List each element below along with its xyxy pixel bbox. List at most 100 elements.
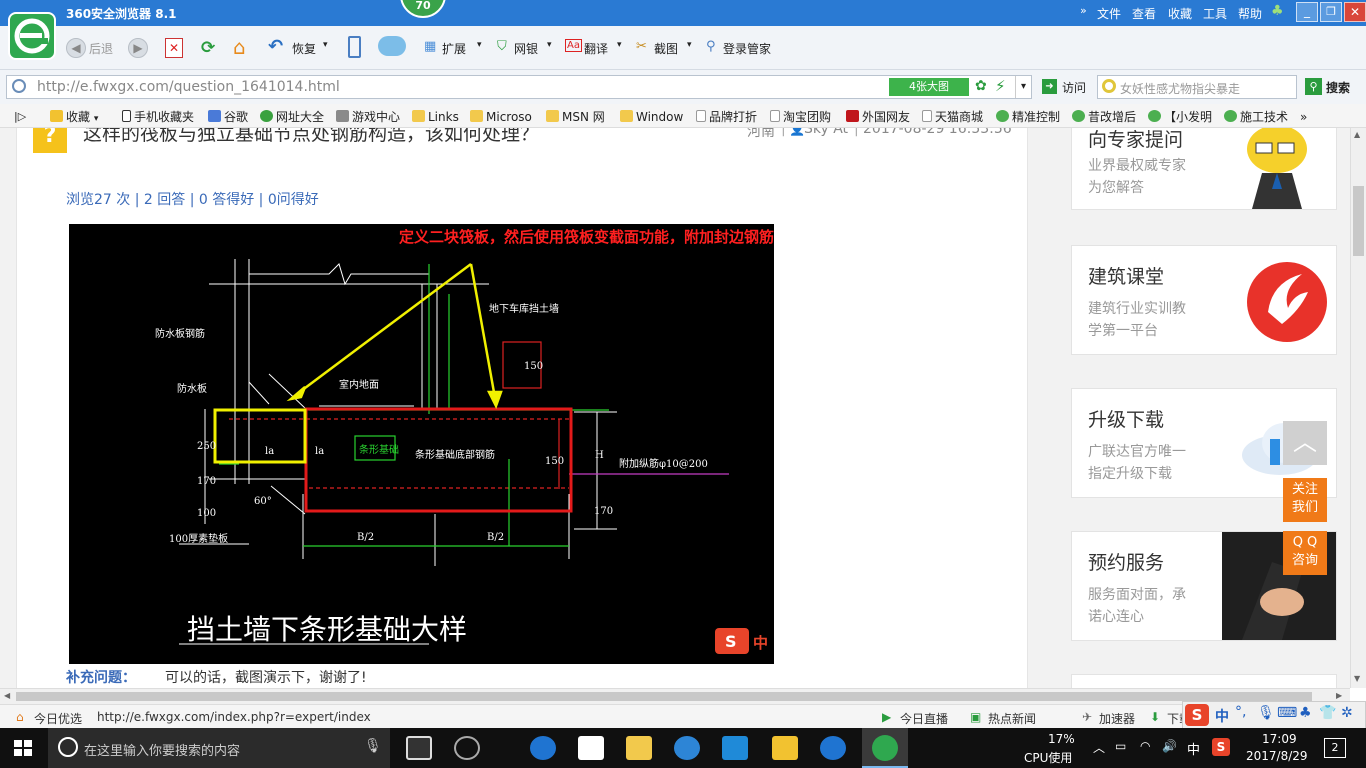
hot-news[interactable]: 热点新闻 [988, 710, 1036, 727]
restore-tab-button[interactable]: 恢复 [292, 40, 316, 57]
scroll-up-icon[interactable]: ▲ [1354, 130, 1360, 139]
translate-dropdown-icon[interactable]: ▾ [617, 40, 622, 50]
close-button[interactable]: ✕ [1344, 2, 1366, 22]
fav-item[interactable]: MSN 网 [546, 108, 605, 126]
notes-icon[interactable] [772, 736, 798, 760]
fav-item[interactable]: 天猫商城 [922, 108, 983, 126]
clock-date[interactable]: 2017/8/29 [1246, 749, 1308, 763]
forward-arrow-icon[interactable]: ▶ [128, 38, 148, 58]
task-view-icon[interactable] [406, 736, 432, 760]
fav-item[interactable]: 精准控制 [996, 108, 1060, 126]
url-text[interactable]: http://e.fwxgx.com/question_1641014.html [37, 79, 340, 95]
address-dropdown-icon[interactable]: ▾ [1015, 76, 1031, 98]
menu-file[interactable]: 文件 [1097, 5, 1121, 22]
volume-icon[interactable]: 🔊 [1162, 739, 1177, 753]
phone-icon[interactable] [348, 36, 361, 58]
accelerator-icon[interactable]: ✈ [1082, 710, 1092, 724]
refresh-icon[interactable]: ⟳ [201, 38, 219, 58]
menu-tools[interactable]: 工具 [1203, 5, 1227, 22]
key-icon[interactable]: ⚲ [706, 39, 716, 54]
fav-item[interactable]: 手机收藏夹 [122, 108, 194, 126]
hscroll-thumb[interactable] [16, 692, 1312, 701]
visit-button[interactable]: 访问 [1062, 79, 1086, 96]
fav-item[interactable]: 游戏中心 [336, 108, 400, 126]
restore-dropdown-icon[interactable]: ▾ [323, 40, 328, 50]
app-icon-3[interactable] [820, 736, 846, 760]
translate-icon[interactable]: Aa [565, 39, 582, 52]
search-box[interactable]: 女妖性感尤物指尖暴走 [1097, 75, 1297, 99]
login-manager-button[interactable]: 登录管家 [723, 40, 771, 57]
notification-center-icon[interactable]: 2 [1324, 738, 1346, 758]
sogou-browser-icon[interactable] [454, 736, 480, 760]
microphone-icon[interactable]: 🎙 [364, 738, 382, 754]
tools-icon[interactable]: ✲ [1341, 705, 1353, 721]
punctuation-icon[interactable]: °, [1235, 704, 1246, 720]
screenshot-dropdown-icon[interactable]: ▾ [687, 40, 692, 50]
scroll-right-icon[interactable]: ▶ [1336, 691, 1342, 700]
fav-item[interactable]: 昔改增后 [1072, 108, 1136, 126]
back-button-label[interactable]: 后退 [89, 40, 113, 57]
sync-icon[interactable]: ✿ [975, 78, 987, 94]
sidebar-toggle-icon[interactable]: |▷ [14, 108, 26, 126]
shirt-icon[interactable]: 👕 [1319, 705, 1336, 721]
tray-ime[interactable]: 中 [1187, 739, 1200, 758]
download-icon[interactable]: ⬇ [1150, 710, 1160, 724]
windows-start-icon[interactable] [14, 740, 32, 756]
clock-time[interactable]: 17:09 [1262, 732, 1297, 746]
search-icon[interactable]: ⚲ [1305, 78, 1322, 95]
home-icon[interactable]: ⌂ [233, 35, 246, 59]
shield-icon[interactable]: ⛉ [497, 39, 507, 54]
accelerator[interactable]: 加速器 [1099, 710, 1135, 727]
go-arrow-icon[interactable]: ➜ [1042, 79, 1057, 94]
scroll-thumb[interactable] [1353, 186, 1364, 256]
speed-badge[interactable]: 70 [400, 0, 446, 18]
bank-button[interactable]: 网银 [514, 40, 538, 57]
restore-button[interactable]: ❐ [1320, 2, 1342, 22]
live-play-icon[interactable]: ▶ [882, 710, 891, 724]
fav-item[interactable]: 网址大全 [260, 108, 324, 126]
extensions-dropdown-icon[interactable]: ▾ [477, 40, 482, 50]
sidebar-card-class[interactable]: 建筑课堂 建筑行业实训教 学第一平台 [1071, 245, 1337, 355]
app-icon-2[interactable] [722, 736, 748, 760]
question-stats[interactable]: 浏览27 次 | 2 回答 | 0 答得好 | 0问得好 [66, 189, 319, 209]
sogou-icon[interactable]: S [1185, 704, 1209, 726]
fav-item[interactable]: 谷歌 [208, 108, 248, 126]
fav-item[interactable]: 外国网友 [846, 108, 910, 126]
lightning-icon[interactable]: ⚡ [995, 77, 1006, 95]
horizontal-scrollbar[interactable]: ◀ ▶ [0, 688, 1350, 704]
qq-consult-button[interactable]: Q Q 咨询 [1283, 531, 1327, 575]
browser-task-button[interactable] [862, 728, 908, 768]
chevron-left-icon[interactable]: » [1080, 4, 1087, 17]
mic-icon[interactable]: 🎙 [1257, 705, 1275, 721]
ime-toolbar[interactable]: S 中 °, 🎙 ⌨ ♣ 👕 ✲ [1182, 701, 1366, 729]
gift-icon[interactable]: ⌂ [16, 710, 24, 724]
minimize-button[interactable]: _ [1296, 2, 1318, 22]
tray-chevron-icon[interactable]: ︿ [1093, 739, 1105, 756]
network-icon[interactable]: ▭ [1115, 739, 1126, 753]
fav-item[interactable]: 【小发明 [1148, 108, 1212, 126]
screenshot-button[interactable]: 截图 [654, 40, 678, 57]
news-icon[interactable]: ▣ [970, 710, 981, 724]
today-picks[interactable]: 今日优选 [34, 710, 82, 727]
fav-item[interactable]: Links [412, 108, 459, 126]
skin-icon[interactable]: ♣ [1299, 705, 1312, 721]
vertical-scrollbar[interactable]: ▲ ▼ [1350, 128, 1366, 688]
address-bar[interactable]: http://e.fwxgx.com/question_1641014.html… [6, 75, 1032, 99]
fav-item[interactable]: 品牌打折 [696, 108, 757, 126]
search-input[interactable]: 女妖性感尤物指尖暴走 [1120, 80, 1240, 97]
more-favorites-icon[interactable]: » [1300, 108, 1307, 126]
big-image-button[interactable]: 4张大图 [889, 78, 969, 96]
taskbar-search-box[interactable]: 在这里输入你要搜索的内容 🎙 [48, 728, 390, 768]
scroll-down-icon[interactable]: ▼ [1354, 674, 1360, 683]
wifi-icon[interactable]: ◠ [1140, 739, 1150, 753]
scissors-icon[interactable]: ✂ [636, 39, 647, 54]
back-to-top-icon[interactable]: ︿ [1283, 421, 1327, 465]
shirt-icon[interactable]: ♣ [1271, 3, 1284, 19]
scroll-left-icon[interactable]: ◀ [4, 691, 10, 700]
extensions-icon[interactable]: ▦ [424, 39, 436, 54]
search-button[interactable]: 搜索 [1326, 79, 1350, 96]
bank-dropdown-icon[interactable]: ▾ [547, 40, 552, 50]
fav-item[interactable]: Window [620, 108, 683, 126]
today-live[interactable]: 今日直播 [900, 710, 948, 727]
cad-drawing-image[interactable]: 定义二块筏板，然后使用筏板变截面功能，附加封边钢筋在属性中输入。 地下车库挡土墙… [69, 224, 774, 664]
